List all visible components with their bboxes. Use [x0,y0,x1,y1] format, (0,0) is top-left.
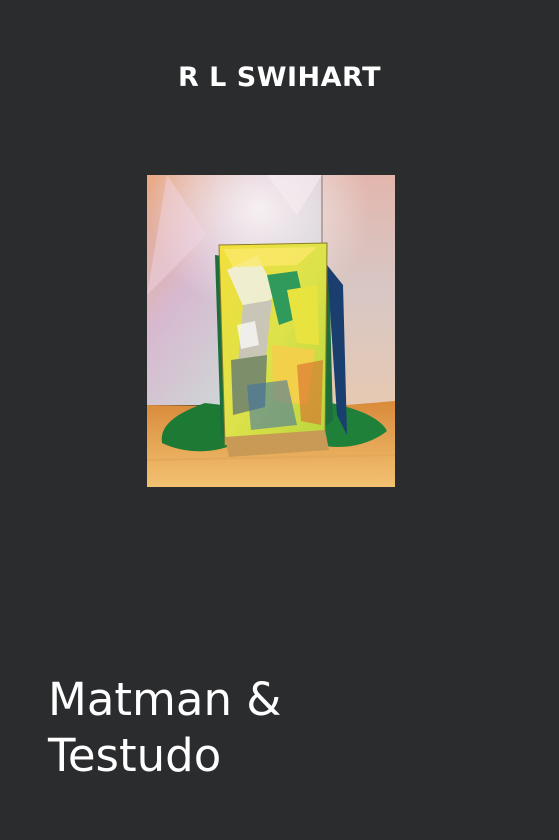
artwork-photo [147,175,395,487]
book-title-line-1: Matman & [48,673,282,726]
cover-artwork-image [147,175,395,487]
book-title-line-2: Testudo [48,729,222,782]
book-cover: R L SWIHART Matman & Testudo [0,0,559,840]
book-title: Matman & Testudo [48,672,528,784]
author-name: R L SWIHART [177,62,382,93]
